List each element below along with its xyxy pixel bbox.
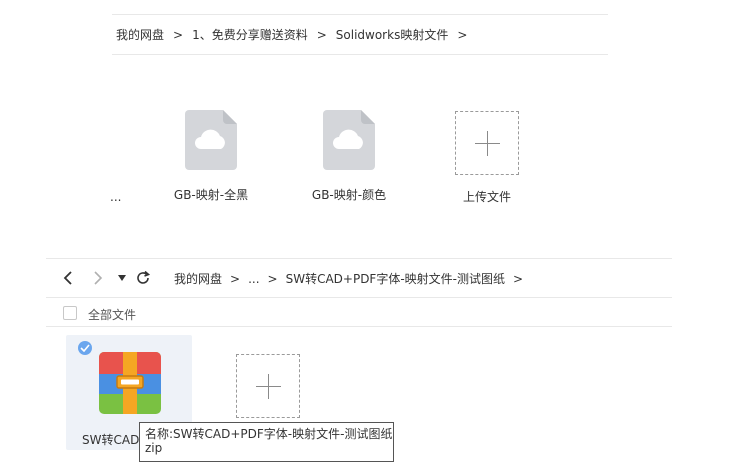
breadcrumb-separator: > — [316, 27, 327, 42]
breadcrumb-item-root[interactable]: 我的网盘 — [174, 270, 222, 287]
truncated-file-name: ... — [110, 190, 122, 204]
select-all-checkbox[interactable] — [63, 306, 77, 320]
tooltip-text-continued: zip — [145, 441, 163, 455]
breadcrumb-item-collapsed[interactable]: ... — [248, 272, 259, 286]
upload-file-button[interactable] — [455, 111, 519, 175]
file-tile-gb-black[interactable]: GB-映射-全黑 — [151, 110, 271, 203]
plus-icon — [268, 374, 269, 399]
caret-down-icon — [118, 275, 126, 281]
top-divider-upper — [112, 14, 608, 15]
select-all-label: 全部文件 — [88, 308, 137, 322]
breadcrumb-bottom: 我的网盘 > ... > SW转CAD+PDF字体-映射文件-测试图纸 > — [174, 270, 531, 287]
breadcrumb-separator: > — [513, 271, 524, 286]
breadcrumb-item-solidworks-folder[interactable]: Solidworks映射文件 — [336, 26, 449, 43]
breadcrumb-separator: > — [267, 271, 278, 286]
chevron-right-icon — [94, 271, 103, 285]
breadcrumb-item-current-folder[interactable]: SW转CAD+PDF字体-映射文件-测试图纸 — [286, 270, 505, 287]
refresh-button[interactable] — [133, 268, 153, 288]
back-button[interactable] — [58, 268, 78, 288]
tooltip-text: 名称:SW转CAD+PDF字体-映射文件-测试图纸. — [145, 427, 394, 441]
bottom-divider-middle — [46, 297, 672, 298]
breadcrumb-separator: > — [173, 27, 184, 42]
breadcrumb-top: 我的网盘 > 1、免费分享赠送资料 > Solidworks映射文件 > — [116, 26, 476, 43]
refresh-icon — [137, 270, 151, 284]
upload-file-button[interactable] — [236, 354, 300, 418]
chevron-left-icon — [63, 271, 72, 285]
cloud-document-icon — [185, 110, 237, 170]
breadcrumb-item-root[interactable]: 我的网盘 — [116, 26, 164, 43]
top-divider-lower — [112, 54, 608, 55]
file-name: GB-映射-颜色 — [311, 188, 387, 202]
selected-check-icon[interactable] — [78, 341, 92, 355]
file-name: GB-映射-全黑 — [173, 188, 249, 202]
breadcrumb-separator: > — [457, 27, 468, 42]
plus-icon — [487, 131, 488, 156]
cloud-document-icon — [323, 110, 375, 170]
history-dropdown-button[interactable] — [112, 268, 132, 288]
breadcrumb-separator: > — [230, 271, 241, 286]
file-tile-gb-color[interactable]: GB-映射-颜色 — [289, 110, 409, 203]
upload-file-label: 上传文件 — [463, 190, 512, 204]
forward-button[interactable] — [88, 268, 108, 288]
file-name: SW转CAD — [82, 433, 140, 447]
bottom-divider-upper — [46, 258, 672, 259]
bottom-divider-lower — [46, 326, 672, 327]
zip-archive-icon — [99, 352, 161, 418]
file-name-tooltip: 名称:SW转CAD+PDF字体-映射文件-测试图纸. zip — [139, 422, 394, 462]
breadcrumb-item-share-folder[interactable]: 1、免费分享赠送资料 — [192, 26, 308, 43]
